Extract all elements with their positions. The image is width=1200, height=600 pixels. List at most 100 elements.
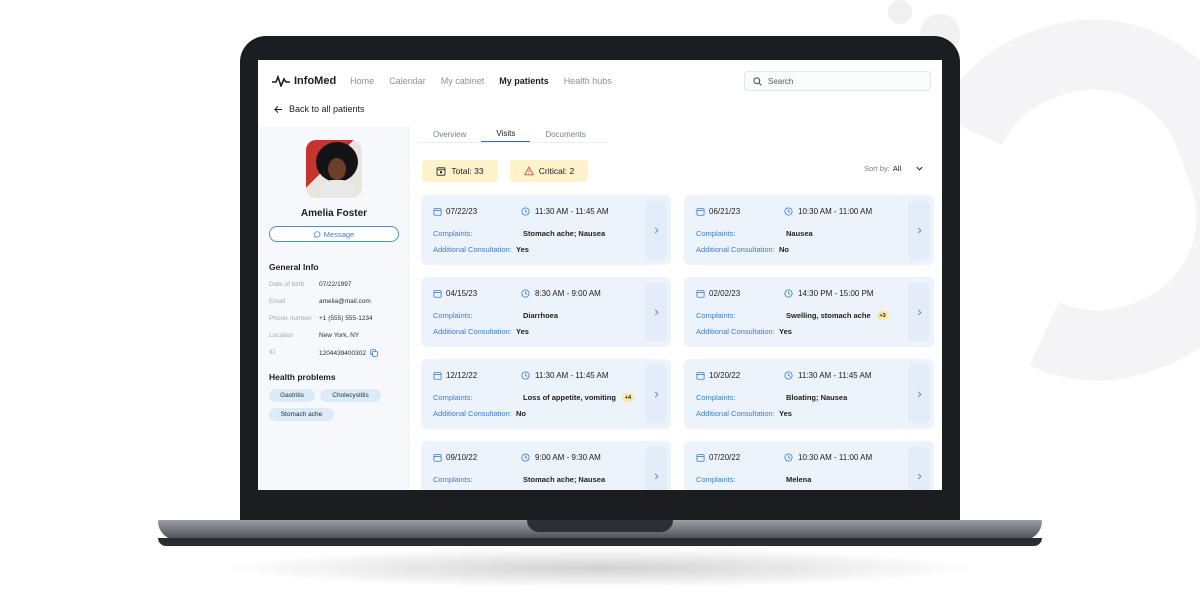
patient-panel: Amelia Foster Message General Info Date … — [258, 126, 410, 490]
search-icon — [753, 76, 762, 86]
visit-date: 07/22/23 — [433, 207, 477, 216]
arrow-left-icon — [274, 105, 283, 113]
complaints-text: Nausea — [786, 229, 813, 238]
copy-icon[interactable] — [370, 349, 378, 357]
open-visit-button[interactable] — [645, 283, 667, 341]
open-visit-button[interactable] — [645, 365, 667, 423]
visit-date-text: 04/15/23 — [446, 289, 478, 298]
laptop-shadow — [220, 548, 980, 588]
info-label: Location — [269, 332, 294, 339]
nav-item-home[interactable]: Home — [350, 76, 374, 86]
chevron-right-icon — [917, 473, 921, 479]
visit-card[interactable]: 09/10/22 9:00 AM - 9:30 AM Complaints: Stom… — [421, 441, 671, 490]
tab-documents[interactable]: Documents — [530, 126, 600, 143]
info-label: Email — [269, 298, 286, 305]
nav-item-health-hubs[interactable]: Health hubs — [564, 76, 612, 86]
info-label: ID — [269, 349, 276, 356]
visit-time-text: 9:00 AM - 9:30 AM — [535, 453, 601, 462]
app-header: InfoMed Home Calendar My cabinet My pati… — [258, 60, 942, 102]
complaints-value: Loss of appetite, vomiting +4 — [523, 393, 634, 402]
visit-date-text: 09/10/22 — [446, 453, 478, 462]
visit-date: 10/20/22 — [696, 371, 740, 380]
clock-icon — [521, 453, 530, 462]
critical-visits-label: Critical: 2 — [538, 166, 575, 176]
search-input[interactable]: Search — [744, 71, 931, 91]
visit-date: 06/21/23 — [696, 207, 740, 216]
visit-card[interactable]: 04/15/23 8:30 AM - 9:00 AM Complaints: Diar… — [421, 277, 671, 347]
visit-card[interactable]: 12/12/22 11:30 AM - 11:45 AM Complaints: Lo… — [421, 359, 671, 429]
info-row-dob: Date of birth 07/22/1997 — [269, 281, 352, 288]
complaints-value: Stomach ache; Nausea — [523, 229, 605, 238]
app-logo[interactable]: InfoMed — [272, 75, 336, 87]
chevron-right-icon — [654, 391, 658, 397]
nav-item-my-patients[interactable]: My patients — [499, 76, 549, 86]
open-visit-button[interactable] — [908, 201, 930, 259]
complaints-value: Nausea — [786, 229, 813, 238]
complaints-text: Loss of appetite, vomiting — [523, 393, 616, 402]
total-visits-label: Total: 33 — [451, 166, 484, 176]
visit-card[interactable]: 06/21/23 10:30 AM - 11:00 AM Complaints: Na… — [684, 195, 934, 265]
calendar-icon — [437, 167, 446, 176]
chevron-down-icon — [916, 166, 923, 171]
back-to-patients-link[interactable]: Back to all patients — [274, 104, 365, 114]
clock-icon — [521, 371, 530, 380]
open-visit-button[interactable] — [908, 447, 930, 490]
additional-consultation-value: Yes — [516, 245, 529, 254]
chevron-right-icon — [917, 391, 921, 397]
additional-consultation-label: Additional Consultation: — [433, 327, 512, 336]
critical-visits-badge: Critical: 2 — [510, 160, 588, 182]
visit-date-text: 10/20/22 — [709, 371, 741, 380]
info-label: Phone number — [269, 315, 312, 322]
complaints-label: Complaints: — [433, 311, 473, 320]
visit-card[interactable]: 07/20/22 10:30 AM - 11:00 AM Complaints: Me… — [684, 441, 934, 490]
calendar-icon — [696, 290, 705, 298]
sort-dropdown[interactable]: Sort by: All — [864, 164, 924, 173]
info-value: 07/22/1997 — [319, 281, 352, 288]
info-row-location: Location New York, NY — [269, 332, 359, 339]
tab-visits[interactable]: Visits — [481, 126, 531, 143]
info-value-id: 1204439400302 — [319, 349, 378, 357]
clock-icon — [521, 289, 530, 298]
complaints-label: Complaints: — [696, 311, 736, 320]
complaints-value: Stomach ache; Nausea — [523, 475, 605, 484]
open-visit-button[interactable] — [645, 201, 667, 259]
visit-time-text: 10:30 AM - 11:00 AM — [798, 207, 873, 216]
visit-card[interactable]: 02/02/23 14:30 PM - 15:00 PM Complaints: Sw… — [684, 277, 934, 347]
additional-consultation-value: Yes — [779, 409, 792, 418]
app-screen: InfoMed Home Calendar My cabinet My pati… — [258, 60, 942, 490]
additional-consultation-value: Yes — [516, 327, 529, 336]
tab-overview[interactable]: Overview — [418, 126, 481, 143]
info-value: +1 (555) 555-1234 — [319, 315, 373, 322]
chat-icon — [313, 230, 321, 238]
open-visit-button[interactable] — [908, 365, 930, 423]
info-label: Date of birth — [269, 281, 305, 288]
health-problem-chip: Cholecystitis — [320, 389, 381, 402]
info-value: New York, NY — [319, 332, 360, 339]
nav-item-calendar[interactable]: Calendar — [389, 76, 426, 86]
visit-card[interactable]: 10/20/22 11:30 AM - 11:45 AM Complaints: Bl… — [684, 359, 934, 429]
search-placeholder: Search — [768, 76, 794, 86]
open-visit-button[interactable] — [645, 447, 667, 490]
calendar-icon — [433, 372, 442, 380]
complaints-label: Complaints: — [433, 229, 473, 238]
visit-time-text: 14:30 PM - 15:00 PM — [798, 289, 874, 298]
complaints-label: Complaints: — [433, 475, 473, 484]
visit-date-text: 07/22/23 — [446, 207, 478, 216]
more-complaints-badge: +3 — [876, 311, 889, 320]
open-visit-button[interactable] — [908, 283, 930, 341]
warning-icon — [524, 166, 534, 176]
laptop-base-lip — [158, 538, 1042, 546]
additional-consultation-label: Additional Consultation: — [696, 327, 775, 336]
complaints-text: Bloating; Nausea — [786, 393, 848, 402]
additional-consultation-value: No — [516, 409, 526, 418]
health-problem-chip: Gastritis — [269, 389, 315, 402]
complaints-label: Complaints: — [696, 475, 736, 484]
visit-date: 07/20/22 — [696, 453, 740, 462]
additional-consultation-label: Additional Consultation: — [696, 245, 775, 254]
visit-date: 12/12/22 — [433, 371, 477, 380]
health-problem-chip: Stomach ache — [269, 408, 334, 421]
visit-card[interactable]: 07/22/23 11:30 AM - 11:45 AM Complaints: St… — [421, 195, 671, 265]
message-button[interactable]: Message — [269, 226, 399, 242]
info-row-phone: Phone number +1 (555) 555-1234 — [269, 315, 373, 322]
nav-item-my-cabinet[interactable]: My cabinet — [441, 76, 485, 86]
